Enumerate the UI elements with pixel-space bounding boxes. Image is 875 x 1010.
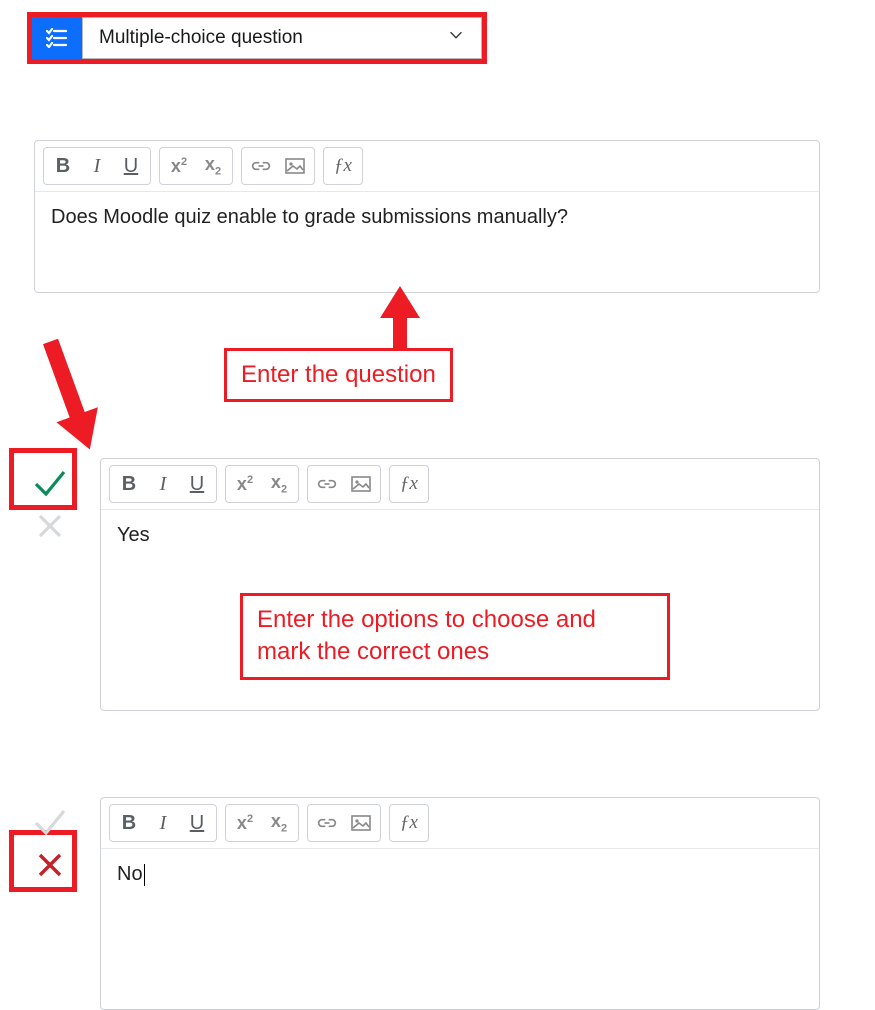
annotation-callout: Enter the question (224, 348, 453, 402)
option-marker-column (14, 458, 86, 550)
image-button[interactable] (278, 150, 312, 182)
option-1-toolbar: B I U x2 x2 ƒx (101, 459, 819, 510)
annotation-text: Enter the options to choose and mark the… (257, 606, 596, 665)
image-button[interactable] (344, 807, 378, 839)
annotation-text: Enter the question (241, 361, 436, 388)
mark-correct-button[interactable] (26, 797, 74, 845)
formula-button[interactable]: ƒx (392, 807, 426, 839)
italic-button[interactable]: I (146, 807, 180, 839)
bold-button[interactable]: B (112, 468, 146, 500)
chevron-down-icon (447, 26, 465, 50)
subscript-button[interactable]: x2 (262, 468, 296, 500)
image-button[interactable] (344, 468, 378, 500)
question-editor-panel: B I U x2 x2 ƒx Does Moodle quiz enable t… (34, 140, 820, 293)
mark-incorrect-button[interactable] (26, 841, 74, 889)
link-button[interactable] (244, 150, 278, 182)
link-button[interactable] (310, 468, 344, 500)
italic-button[interactable]: I (146, 468, 180, 500)
underline-button[interactable]: U (180, 468, 214, 500)
italic-button[interactable]: I (80, 150, 114, 182)
subscript-button[interactable]: x2 (196, 150, 230, 182)
mark-correct-button[interactable] (26, 458, 74, 506)
arrow-icon (365, 286, 435, 356)
bold-button[interactable]: B (46, 150, 80, 182)
list-icon (32, 17, 82, 59)
link-button[interactable] (310, 807, 344, 839)
mark-incorrect-button[interactable] (26, 502, 74, 550)
formula-button[interactable]: ƒx (392, 468, 426, 500)
option-2-text: No (117, 863, 143, 885)
underline-button[interactable]: U (114, 150, 148, 182)
arrow-icon (30, 338, 110, 453)
subscript-button[interactable]: x2 (262, 807, 296, 839)
formula-button[interactable]: ƒx (326, 150, 360, 182)
option-2-toolbar: B I U x2 x2 ƒx (101, 798, 819, 849)
option-1-text: Yes (117, 524, 150, 546)
option-editor-panel-2: B I U x2 x2 ƒx No (100, 797, 820, 1010)
superscript-button[interactable]: x2 (228, 468, 262, 500)
option-2-text-input[interactable]: No (101, 849, 819, 1009)
text-caret (144, 864, 145, 886)
question-toolbar: B I U x2 x2 ƒx (35, 141, 819, 192)
question-text-input[interactable]: Does Moodle quiz enable to grade submiss… (35, 192, 819, 292)
superscript-button[interactable]: x2 (228, 807, 262, 839)
superscript-button[interactable]: x2 (162, 150, 196, 182)
annotation-callout: Enter the options to choose and mark the… (240, 593, 670, 680)
option-marker-column (14, 797, 86, 889)
question-type-label: Multiple-choice question (99, 27, 303, 49)
question-type-selector[interactable]: Multiple-choice question (27, 12, 487, 64)
underline-button[interactable]: U (180, 807, 214, 839)
bold-button[interactable]: B (112, 807, 146, 839)
question-text: Does Moodle quiz enable to grade submiss… (51, 206, 568, 228)
question-type-dropdown[interactable]: Multiple-choice question (82, 17, 482, 59)
